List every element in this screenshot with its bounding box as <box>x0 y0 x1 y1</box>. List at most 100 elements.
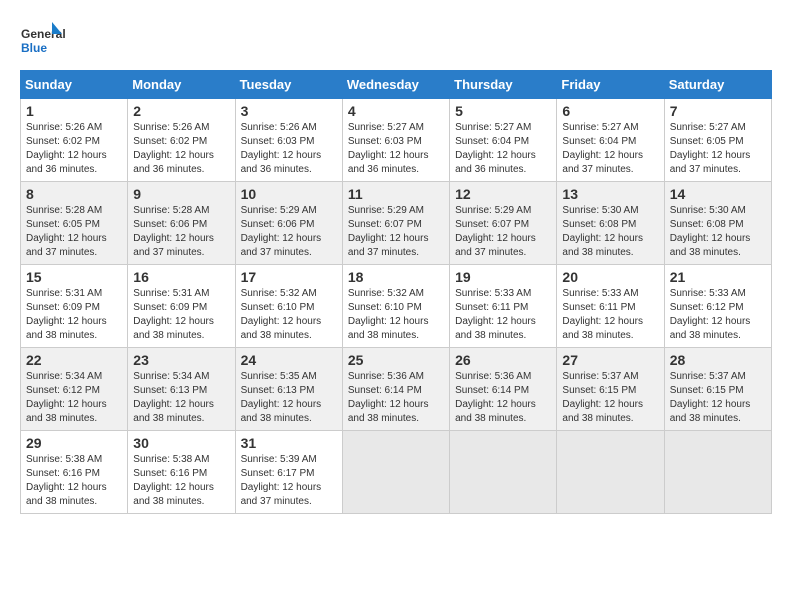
day-info: Sunrise: 5:38 AMSunset: 6:16 PMDaylight:… <box>26 454 107 507</box>
day-info: Sunrise: 5:33 AMSunset: 6:12 PMDaylight:… <box>670 288 751 341</box>
table-row: 9 Sunrise: 5:28 AMSunset: 6:06 PMDaylight… <box>128 182 235 265</box>
table-row: 26 Sunrise: 5:36 AMSunset: 6:14 PMDayligh… <box>450 348 557 431</box>
day-info: Sunrise: 5:33 AMSunset: 6:11 PMDaylight:… <box>455 288 536 341</box>
table-row: 2 Sunrise: 5:26 AMSunset: 6:02 PMDaylight… <box>128 99 235 182</box>
day-number: 24 <box>241 352 337 368</box>
day-number: 21 <box>670 269 766 285</box>
day-info: Sunrise: 5:37 AMSunset: 6:15 PMDaylight:… <box>670 371 751 424</box>
calendar-table: SundayMondayTuesdayWednesdayThursdayFrid… <box>20 70 772 514</box>
day-number: 7 <box>670 103 766 119</box>
logo-graphic: General Blue <box>20 20 65 60</box>
day-header-tuesday: Tuesday <box>235 71 342 99</box>
day-info: Sunrise: 5:36 AMSunset: 6:14 PMDaylight:… <box>455 371 536 424</box>
day-info: Sunrise: 5:29 AMSunset: 6:07 PMDaylight:… <box>455 205 536 258</box>
day-number: 20 <box>562 269 658 285</box>
table-row: 10 Sunrise: 5:29 AMSunset: 6:06 PMDayligh… <box>235 182 342 265</box>
day-info: Sunrise: 5:39 AMSunset: 6:17 PMDaylight:… <box>241 454 322 507</box>
table-row: 7 Sunrise: 5:27 AMSunset: 6:05 PMDaylight… <box>664 99 771 182</box>
day-info: Sunrise: 5:31 AMSunset: 6:09 PMDaylight:… <box>26 288 107 341</box>
table-row: 27 Sunrise: 5:37 AMSunset: 6:15 PMDayligh… <box>557 348 664 431</box>
day-info: Sunrise: 5:30 AMSunset: 6:08 PMDaylight:… <box>670 205 751 258</box>
table-row: 24 Sunrise: 5:35 AMSunset: 6:13 PMDayligh… <box>235 348 342 431</box>
day-number: 17 <box>241 269 337 285</box>
table-row: 13Sunrise: 5:30 AMSunset: 6:08 PMDayligh… <box>557 182 664 265</box>
day-number: 15 <box>26 269 122 285</box>
day-number: 6 <box>562 103 658 119</box>
day-number: 4 <box>348 103 444 119</box>
day-info: Sunrise: 5:31 AMSunset: 6:09 PMDaylight:… <box>133 288 214 341</box>
table-row: 8 Sunrise: 5:28 AMSunset: 6:05 PMDaylight… <box>21 182 128 265</box>
svg-text:Blue: Blue <box>21 41 47 55</box>
logo: General Blue <box>20 20 65 60</box>
day-number: 27 <box>562 352 658 368</box>
day-number: 5 <box>455 103 551 119</box>
day-header-wednesday: Wednesday <box>342 71 449 99</box>
table-row: 1 Sunrise: 5:26 AMSunset: 6:02 PMDaylight… <box>21 99 128 182</box>
day-info: Sunrise: 5:36 AMSunset: 6:14 PMDaylight:… <box>348 371 429 424</box>
day-number: 18 <box>348 269 444 285</box>
day-number: 16 <box>133 269 229 285</box>
day-number: 30 <box>133 435 229 451</box>
table-row: 20 Sunrise: 5:33 AMSunset: 6:11 PMDayligh… <box>557 265 664 348</box>
table-row: 15 Sunrise: 5:31 AMSunset: 6:09 PMDayligh… <box>21 265 128 348</box>
day-number: 19 <box>455 269 551 285</box>
table-row: 3 Sunrise: 5:26 AMSunset: 6:03 PMDaylight… <box>235 99 342 182</box>
table-row: 23 Sunrise: 5:34 AMSunset: 6:13 PMDayligh… <box>128 348 235 431</box>
day-info: Sunrise: 5:30 AMSunset: 6:08 PMDaylight:… <box>562 205 643 258</box>
day-info: Sunrise: 5:37 AMSunset: 6:15 PMDaylight:… <box>562 371 643 424</box>
page-header: General Blue <box>20 20 772 60</box>
table-row: 14 Sunrise: 5:30 AMSunset: 6:08 PMDayligh… <box>664 182 771 265</box>
table-row: 6 Sunrise: 5:27 AMSunset: 6:04 PMDaylight… <box>557 99 664 182</box>
table-row: 4 Sunrise: 5:27 AMSunset: 6:03 PMDaylight… <box>342 99 449 182</box>
day-info: Sunrise: 5:35 AMSunset: 6:13 PMDaylight:… <box>241 371 322 424</box>
day-header-friday: Friday <box>557 71 664 99</box>
day-info: Sunrise: 5:38 AMSunset: 6:16 PMDaylight:… <box>133 454 214 507</box>
table-row: 22Sunrise: 5:34 AMSunset: 6:12 PMDayligh… <box>21 348 128 431</box>
day-number: 22 <box>26 352 122 368</box>
day-info: Sunrise: 5:27 AMSunset: 6:03 PMDaylight:… <box>348 122 429 175</box>
day-number: 8 <box>26 186 122 202</box>
day-info: Sunrise: 5:26 AMSunset: 6:03 PMDaylight:… <box>241 122 322 175</box>
day-info: Sunrise: 5:33 AMSunset: 6:11 PMDaylight:… <box>562 288 643 341</box>
day-info: Sunrise: 5:32 AMSunset: 6:10 PMDaylight:… <box>348 288 429 341</box>
day-number: 2 <box>133 103 229 119</box>
day-header-thursday: Thursday <box>450 71 557 99</box>
table-row: 29 Sunrise: 5:38 AMSunset: 6:16 PMDayligh… <box>21 431 128 514</box>
day-number: 11 <box>348 186 444 202</box>
table-row: 11Sunrise: 5:29 AMSunset: 6:07 PMDayligh… <box>342 182 449 265</box>
day-number: 3 <box>241 103 337 119</box>
table-row: 16 Sunrise: 5:31 AMSunset: 6:09 PMDayligh… <box>128 265 235 348</box>
day-number: 9 <box>133 186 229 202</box>
day-number: 29 <box>26 435 122 451</box>
day-info: Sunrise: 5:26 AMSunset: 6:02 PMDaylight:… <box>133 122 214 175</box>
table-row <box>557 431 664 514</box>
day-info: Sunrise: 5:27 AMSunset: 6:04 PMDaylight:… <box>455 122 536 175</box>
day-info: Sunrise: 5:28 AMSunset: 6:06 PMDaylight:… <box>133 205 214 258</box>
day-number: 10 <box>241 186 337 202</box>
day-info: Sunrise: 5:34 AMSunset: 6:13 PMDaylight:… <box>133 371 214 424</box>
day-header-sunday: Sunday <box>21 71 128 99</box>
day-header-monday: Monday <box>128 71 235 99</box>
day-number: 1 <box>26 103 122 119</box>
day-info: Sunrise: 5:29 AMSunset: 6:06 PMDaylight:… <box>241 205 322 258</box>
day-number: 26 <box>455 352 551 368</box>
day-info: Sunrise: 5:27 AMSunset: 6:04 PMDaylight:… <box>562 122 643 175</box>
day-info: Sunrise: 5:26 AMSunset: 6:02 PMDaylight:… <box>26 122 107 175</box>
day-info: Sunrise: 5:27 AMSunset: 6:05 PMDaylight:… <box>670 122 751 175</box>
table-row: 5 Sunrise: 5:27 AMSunset: 6:04 PMDaylight… <box>450 99 557 182</box>
day-info: Sunrise: 5:28 AMSunset: 6:05 PMDaylight:… <box>26 205 107 258</box>
day-header-saturday: Saturday <box>664 71 771 99</box>
table-row <box>342 431 449 514</box>
table-row: 19 Sunrise: 5:33 AMSunset: 6:11 PMDayligh… <box>450 265 557 348</box>
day-info: Sunrise: 5:32 AMSunset: 6:10 PMDaylight:… <box>241 288 322 341</box>
day-number: 28 <box>670 352 766 368</box>
table-row <box>450 431 557 514</box>
table-row <box>664 431 771 514</box>
table-row: 18 Sunrise: 5:32 AMSunset: 6:10 PMDayligh… <box>342 265 449 348</box>
day-number: 25 <box>348 352 444 368</box>
table-row: 21 Sunrise: 5:33 AMSunset: 6:12 PMDayligh… <box>664 265 771 348</box>
day-number: 23 <box>133 352 229 368</box>
day-number: 14 <box>670 186 766 202</box>
table-row: 31Sunrise: 5:39 AMSunset: 6:17 PMDayligh… <box>235 431 342 514</box>
table-row: 30 Sunrise: 5:38 AMSunset: 6:16 PMDayligh… <box>128 431 235 514</box>
